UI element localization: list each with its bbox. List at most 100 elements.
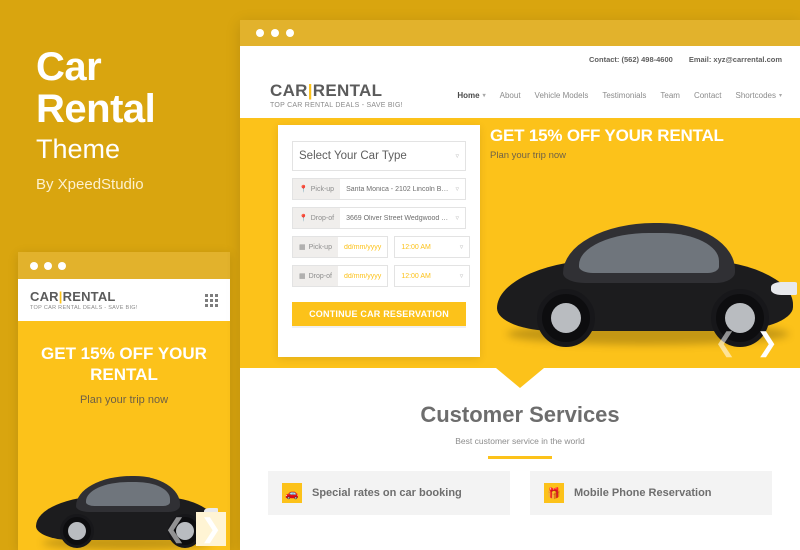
contact-topbar: Contact: (562) 498-4600 Email: xyz@carre…	[240, 46, 800, 72]
chevron-down-icon-dropoff-loc: ▿	[455, 215, 459, 222]
main-nav: Home ▾ About Vehicle Models Testimonials…	[457, 91, 782, 100]
pickup-location-field[interactable]: 📍 Pick-up Santa Monica - 2102 Lincoln Bl…	[292, 178, 466, 200]
dropoff-date-input: dd/mm/yyyy	[343, 272, 382, 280]
brand-name-left-d: CAR	[270, 81, 308, 100]
chevron-down-icon-shortcodes: ▾	[778, 92, 782, 99]
nav-item-team[interactable]: Team	[660, 91, 680, 100]
site-brand[interactable]: CAR|RENTAL TOP CAR RENTAL DEALS - SAVE B…	[270, 81, 403, 109]
nav-item-home[interactable]: Home ▾	[457, 91, 485, 100]
brand-name-right: RENTAL	[62, 289, 116, 304]
dropoff-date-label: Drop-of	[308, 272, 332, 280]
mobile-next-arrow-button[interactable]: ❯	[196, 512, 226, 546]
nav-item-testimonials[interactable]: Testimonials	[602, 91, 646, 100]
dropoff-location-label: Drop-of	[310, 214, 335, 222]
hero-section: GET 15% OFF YOUR RENTAL Plan your trip n…	[240, 118, 800, 368]
services-title: Customer Services	[420, 402, 620, 427]
nav-item-shortcodes[interactable]: Shortcodes ▾	[736, 91, 782, 100]
promo-title: Car Rental	[36, 45, 156, 131]
pickup-date-field[interactable]: ▦ Pick-up dd/mm/yyyy	[292, 236, 389, 258]
mobile-hero: GET 15% OFF YOUR RENTAL Plan your trip n…	[18, 321, 230, 550]
nav-item-about[interactable]: About	[500, 91, 521, 100]
car-type-select[interactable]: Select Your Car Type ▿	[292, 141, 466, 171]
calendar-icon-dropoff: ▦	[299, 273, 306, 280]
pickup-date-label: Pick-up	[308, 243, 332, 251]
promo-title-line1: Car	[36, 45, 102, 89]
dropoff-date-field[interactable]: ▦ Drop-of dd/mm/yyyy	[292, 265, 389, 287]
chevron-down-icon-dropoff-time: ▿	[459, 273, 464, 280]
hero-notch-wrap	[240, 368, 800, 388]
mobile-header: CAR|RENTAL TOP CAR RENTAL DEALS - SAVE B…	[18, 279, 230, 321]
pickup-time-field[interactable]: 12:00 AM ▿	[394, 236, 471, 258]
mobile-hero-title: GET 15% OFF YOUR RENTAL	[41, 344, 207, 384]
pickup-location-label: Pick-up	[310, 185, 335, 193]
browser-dot-yellow	[271, 29, 279, 37]
screenshot-stage: Car Rental Theme By XpeedStudio CAR|RENT…	[0, 0, 800, 550]
nav-item-home-label: Home	[457, 90, 480, 100]
gift-icon: 🎁	[544, 483, 564, 503]
mobile-next-arrow-icon: ❯	[200, 514, 222, 544]
hero-notch-triangle	[496, 368, 544, 388]
car-image-hero	[485, 178, 800, 353]
dropoff-time-field[interactable]: 12:00 AM ▿	[394, 265, 471, 287]
nav-item-vehicle-models[interactable]: Vehicle Models	[535, 91, 589, 100]
dropoff-location-field[interactable]: 📍 Drop-of 3669 Oliver Street Wedgwood Te…	[292, 207, 466, 229]
dropoff-time-value: 12:00 AM	[401, 272, 431, 280]
promo-subtitle: Theme	[36, 134, 121, 164]
dropoff-location-value: 3669 Oliver Street Wedgwood Texa	[346, 214, 456, 222]
car-icon: 🚗	[282, 483, 302, 503]
nav-item-contact[interactable]: Contact	[694, 91, 722, 100]
service-card-label-1: Special rates on car booking	[312, 487, 462, 499]
contact-phone[interactable]: Contact: (562) 498-4600	[589, 55, 673, 64]
window-dot-green	[58, 261, 66, 270]
map-pin-icon-pickup: 📍	[299, 186, 308, 193]
browser-titlebar	[240, 20, 800, 46]
promo-title-line2: Rental	[36, 87, 156, 131]
hero-subtitle: Plan your trip now	[490, 150, 567, 161]
navigation-row: CAR|RENTAL TOP CAR RENTAL DEALS - SAVE B…	[240, 72, 800, 118]
car-type-value: Select Your Car Type	[299, 150, 407, 162]
grid-menu-icon[interactable]	[205, 293, 218, 307]
customer-services-section: Customer Services Best customer service …	[240, 388, 800, 515]
window-dot-red	[30, 261, 38, 270]
pickup-location-value: Santa Monica - 2102 Lincoln Blvd	[346, 185, 451, 193]
service-card-mobile-reservation[interactable]: 🎁 Mobile Phone Reservation	[530, 471, 772, 515]
hero-carousel-arrows: ❮ ❯	[714, 330, 778, 356]
brand-tagline: TOP CAR RENTAL DEALS - SAVE BIG!	[270, 102, 403, 109]
promo-panel: Car Rental Theme By XpeedStudio CAR|RENT…	[0, 0, 240, 550]
chevron-down-icon-pickup-loc: ▿	[455, 186, 459, 193]
hero-title: GET 15% OFF YOUR RENTAL	[490, 126, 724, 145]
service-card-label-2: Mobile Phone Reservation	[574, 487, 712, 499]
continue-reservation-button[interactable]: CONTINUE CAR RESERVATION	[292, 302, 466, 326]
services-cards: 🚗 Special rates on car booking 🎁 Mobile …	[240, 459, 800, 515]
dropoff-datetime-row: ▦ Drop-of dd/mm/yyyy 12:00 AM ▿	[292, 265, 471, 294]
pickup-time-value: 12:00 AM	[401, 243, 431, 251]
pickup-datetime-row: ▦ Pick-up dd/mm/yyyy 12:00 AM ▿	[292, 236, 471, 265]
booking-form: Select Your Car Type ▿ 📍 Pick-up Santa M…	[278, 125, 480, 357]
brand-name-right-d: RENTAL	[312, 81, 383, 100]
chevron-down-icon-cartype: ▿	[455, 153, 459, 160]
hero-next-arrow-icon[interactable]: ❯	[756, 330, 778, 356]
mobile-brand-tagline: TOP CAR RENTAL DEALS - SAVE BIG!	[30, 305, 138, 311]
contact-email[interactable]: Email: xyz@carrental.com	[689, 55, 782, 64]
map-pin-icon-dropoff: 📍	[299, 215, 308, 222]
service-card-special-rates[interactable]: 🚗 Special rates on car booking	[268, 471, 510, 515]
window-dot-yellow	[44, 261, 52, 270]
browser-dot-red	[256, 29, 264, 37]
pickup-date-label-group: ▦ Pick-up	[293, 237, 338, 257]
brand-name-left: CAR	[30, 289, 59, 304]
chevron-down-icon-home: ▾	[482, 92, 486, 99]
dropoff-location-label-group: 📍 Drop-of	[293, 208, 341, 228]
mobile-mockup: CAR|RENTAL TOP CAR RENTAL DEALS - SAVE B…	[18, 252, 230, 550]
mobile-brand: CAR|RENTAL TOP CAR RENTAL DEALS - SAVE B…	[30, 289, 138, 311]
hero-prev-arrow-icon[interactable]: ❮	[714, 330, 736, 356]
mobile-hero-subtitle: Plan your trip now	[79, 394, 169, 406]
calendar-icon-pickup: ▦	[299, 244, 306, 251]
mobile-titlebar	[18, 252, 230, 279]
promo-byline: By XpeedStudio	[36, 176, 144, 193]
services-subtitle: Best customer service in the world	[455, 436, 585, 446]
chevron-down-icon-pickup-time: ▿	[459, 244, 464, 251]
nav-item-shortcodes-label: Shortcodes	[735, 90, 776, 100]
mobile-brand-name: CAR|RENTAL	[30, 289, 138, 304]
mobile-prev-arrow-icon[interactable]: ❮	[164, 516, 186, 542]
browser-dot-green	[286, 29, 294, 37]
